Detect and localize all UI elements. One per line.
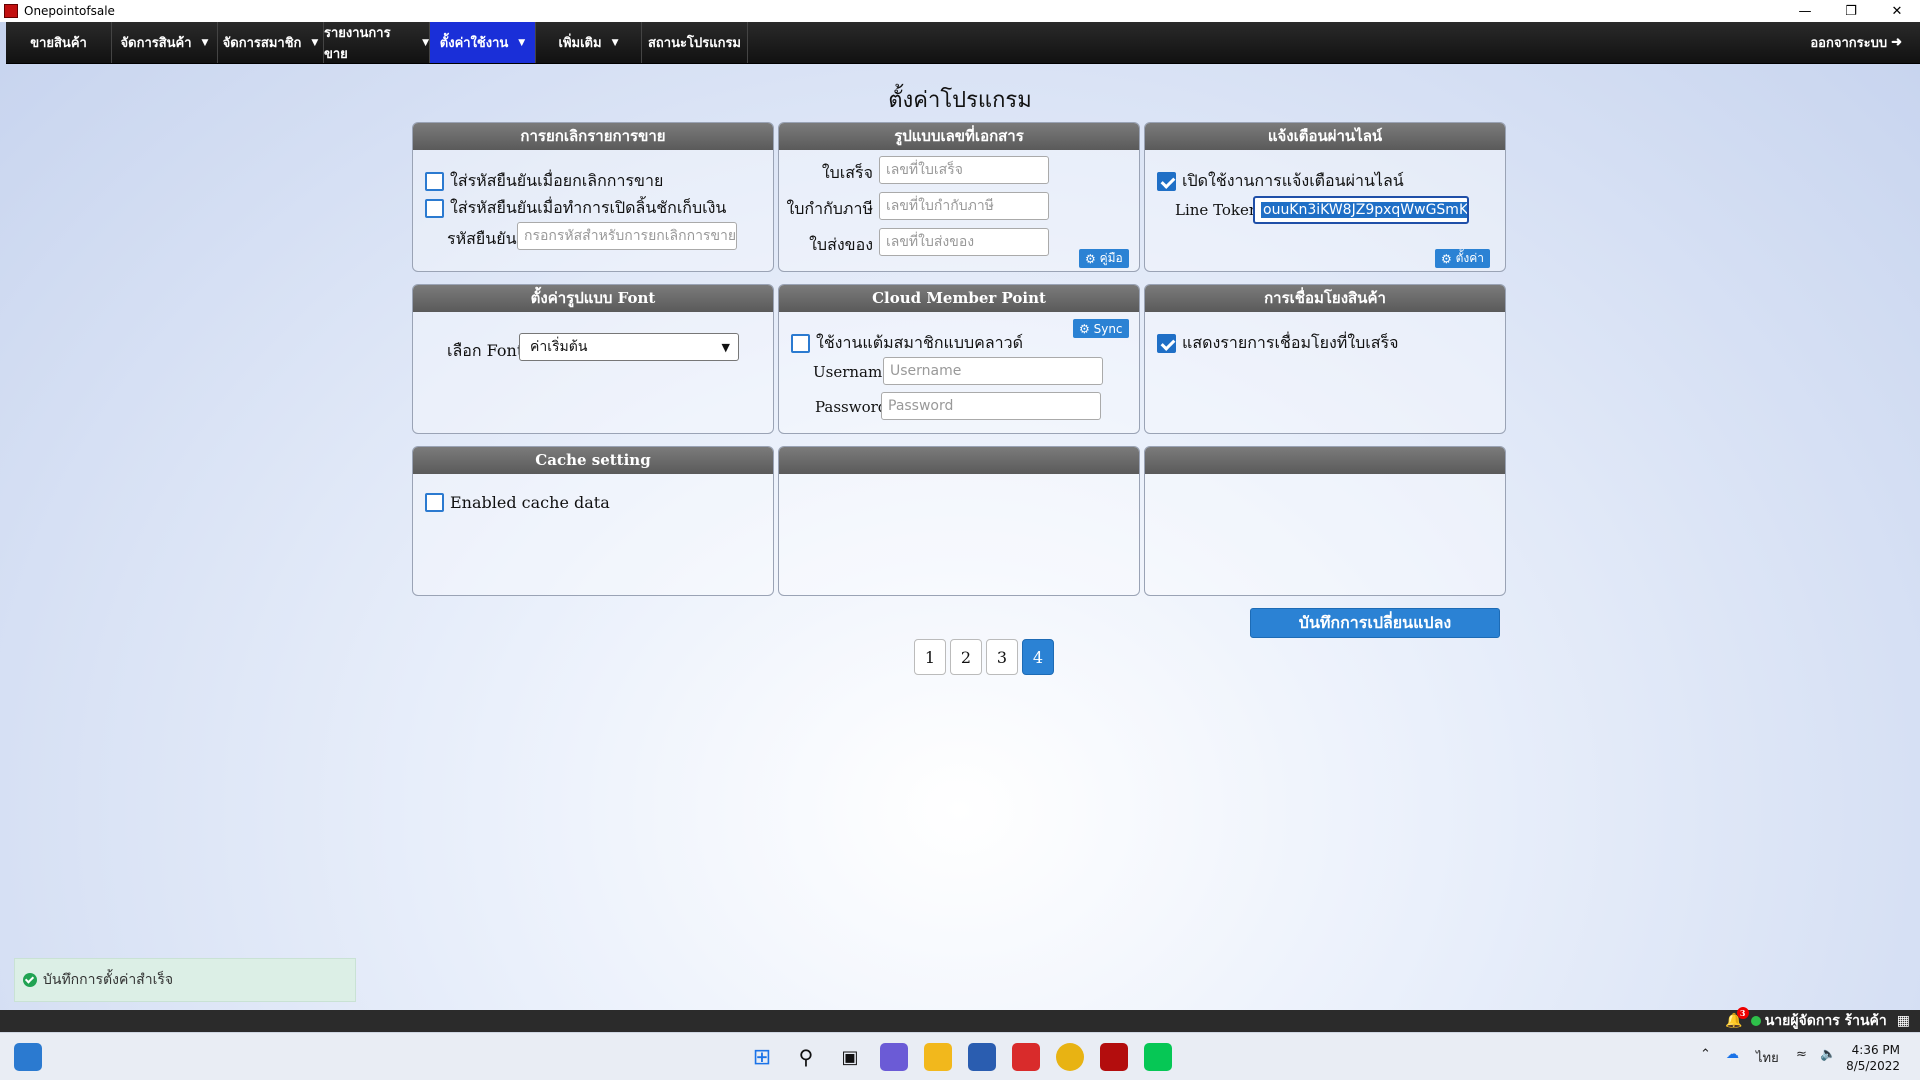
os-taskbar: ⊞ ⚲ ▣ ⌃ ☁ ไทย ≈ 🔈 4:36 PM 8/5/2022 [0, 1032, 1920, 1080]
gear-icon: ⚙ [1441, 251, 1452, 266]
nav-settings[interactable]: ตั้งค่าใช้งาน ▼ [430, 22, 536, 63]
gear-icon: ⚙ [1079, 321, 1090, 336]
office-icon[interactable] [1012, 1043, 1040, 1071]
chat-icon[interactable] [880, 1043, 908, 1071]
nav-products[interactable]: จัดการสินค้า ▼ [112, 22, 218, 63]
caret-down-icon: ▼ [518, 37, 526, 48]
caret-down-icon: ▼ [611, 37, 619, 48]
tray-chevron-icon[interactable]: ⌃ [1700, 1047, 1711, 1062]
bell-icon[interactable]: 🔔 3 [1725, 1007, 1749, 1029]
panel-title: รูปแบบเลขที่เอกสาร [779, 123, 1139, 150]
panel-cloud-member: Cloud Member Point ⚙ Sync ใช้งานแต้มสมาช… [778, 284, 1140, 434]
confirm-code-label: รหัสยืนยัน [447, 229, 517, 248]
receipt-number-input[interactable]: เลขที่ใบเสร็จ [879, 156, 1049, 184]
line-token-label: Line Token [1175, 201, 1259, 219]
window-title: Onepointofsale [24, 4, 115, 18]
tax-invoice-number-input[interactable]: เลขที่ใบกำกับภาษี [879, 192, 1049, 220]
user-status-icon [1750, 1016, 1761, 1026]
sync-button[interactable]: ⚙ Sync [1073, 319, 1129, 338]
minimize-icon[interactable]: — [1782, 0, 1828, 22]
widgets-icon[interactable] [14, 1043, 42, 1071]
line-settings-button[interactable]: ⚙ ตั้งค่า [1435, 249, 1491, 268]
nav-reports[interactable]: รายงานการขาย ▼ [324, 22, 430, 63]
store-icon[interactable] [968, 1043, 996, 1071]
restore-icon[interactable]: ❐ [1828, 0, 1874, 22]
line-token-input[interactable]: ouuKn3iKW8JZ9pxqWwGSmK [1253, 196, 1469, 224]
logout-button[interactable]: ออกจากระบบ ➜ [1810, 22, 1920, 63]
caret-down-icon: ▼ [201, 37, 209, 48]
panel-title: Cloud Member Point [779, 285, 1139, 312]
pos-app-icon[interactable] [1100, 1043, 1128, 1071]
confirm-cancel-checkbox[interactable] [425, 172, 444, 191]
panel-line-notify: แจ้งเตือนผ่านไลน์ เปิดใช้งานการแจ้งเตือน… [1144, 122, 1506, 272]
panel-empty [778, 446, 1140, 596]
line-notify-checkbox[interactable] [1157, 172, 1176, 191]
current-user: นายผู้จัดการ ร้านค้า [1764, 1013, 1887, 1029]
status-bar: 🔔 3 นายผู้จัดการ ร้านค้า ▦ [0, 1007, 1920, 1032]
system-clock[interactable]: 4:36 PM 8/5/2022 [1846, 1042, 1900, 1074]
page-button-active[interactable]: 4 [1022, 639, 1054, 675]
nav-more[interactable]: เพิ่มเติม ▼ [536, 22, 642, 63]
language-indicator[interactable]: ไทย [1756, 1047, 1779, 1068]
window-titlebar: Onepointofsale — ❐ ✕ [0, 0, 1920, 22]
page-button[interactable]: 2 [950, 639, 982, 675]
panel-title: ตั้งค่ารูปแบบ Font [413, 285, 773, 312]
panel-empty [1144, 446, 1506, 596]
show-link-checkbox[interactable] [1157, 334, 1176, 353]
confirm-drawer-checkbox[interactable] [425, 199, 444, 218]
nav-members[interactable]: จัดการสมาชิก ▼ [218, 22, 324, 63]
sign-out-icon: ➜ [1891, 35, 1902, 50]
nav-sell[interactable]: ขายสินค้า [6, 22, 112, 63]
caret-down-icon: ▼ [311, 37, 319, 48]
gear-icon: ⚙ [1085, 251, 1096, 266]
notification-badge: 3 [1736, 1007, 1749, 1019]
manual-button[interactable]: ⚙ คู่มือ [1079, 249, 1129, 268]
panel-title [779, 447, 1139, 474]
start-icon[interactable]: ⊞ [748, 1043, 776, 1071]
main-navbar: ขายสินค้า จัดการสินค้า ▼ จัดการสมาชิก ▼ รา… [6, 22, 1920, 64]
success-toast: บันทึกการตั้งค่าสำเร็จ [14, 958, 356, 1002]
panel-doc-format: รูปแบบเลขที่เอกสาร ใบเสร็จ เลขที่ใบเสร็จ… [778, 122, 1140, 272]
cloud-points-checkbox[interactable] [791, 334, 810, 353]
panel-title: แจ้งเตือนผ่านไลน์ [1145, 123, 1505, 150]
confirm-code-input[interactable]: กรอกรหัสสำหรับการยกเลิกการขาย [517, 222, 737, 250]
username-input[interactable]: Username [883, 357, 1103, 385]
task-view-icon[interactable]: ▣ [836, 1043, 864, 1071]
font-select[interactable]: ค่าเริ่มต้น ▼ [519, 333, 739, 361]
font-select-label: เลือก Font [447, 341, 524, 360]
panel-title: การยกเลิกรายการขาย [413, 123, 773, 150]
panel-title: Cache setting [413, 447, 773, 474]
wifi-icon[interactable]: ≈ [1796, 1047, 1807, 1062]
onedrive-icon[interactable]: ☁ [1726, 1047, 1739, 1062]
panel-font: ตั้งค่ารูปแบบ Font เลือก Font ค่าเริ่มต้… [412, 284, 774, 434]
nav-status[interactable]: สถานะโปรแกรม [642, 22, 748, 63]
page-button[interactable]: 1 [914, 639, 946, 675]
grid-icon[interactable]: ▦ [1897, 1013, 1910, 1029]
panel-cache: Cache setting Enabled cache data [412, 446, 774, 596]
panel-cancel-sale: การยกเลิกรายการขาย ใส่รหัสยืนยันเมื่อยกเ… [412, 122, 774, 272]
chevron-down-icon: ▼ [721, 340, 730, 354]
save-changes-button[interactable]: บันทึกการเปลี่ยนแปลง [1250, 608, 1500, 638]
app-icon [4, 4, 18, 18]
check-circle-icon [23, 973, 37, 987]
password-input[interactable]: Password [881, 392, 1101, 420]
page-button[interactable]: 3 [986, 639, 1018, 675]
caret-down-icon: ▼ [422, 37, 429, 48]
search-icon[interactable]: ⚲ [792, 1043, 820, 1071]
cache-checkbox[interactable] [425, 493, 444, 512]
close-icon[interactable]: ✕ [1874, 0, 1920, 22]
panel-title [1145, 447, 1505, 474]
delivery-number-input[interactable]: เลขที่ใบส่งของ [879, 228, 1049, 256]
panel-title: การเชื่อมโยงสินค้า [1145, 285, 1505, 312]
file-explorer-icon[interactable] [924, 1043, 952, 1071]
line-app-icon[interactable] [1144, 1043, 1172, 1071]
pagination: 1 2 3 4 [914, 639, 1054, 675]
chrome-icon[interactable] [1056, 1043, 1084, 1071]
volume-icon[interactable]: 🔈 [1820, 1047, 1836, 1062]
panel-product-link: การเชื่อมโยงสินค้า แสดงรายการเชื่อมโยงที… [1144, 284, 1506, 434]
page-title: ตั้งค่าโปรแกรม [888, 88, 1032, 113]
